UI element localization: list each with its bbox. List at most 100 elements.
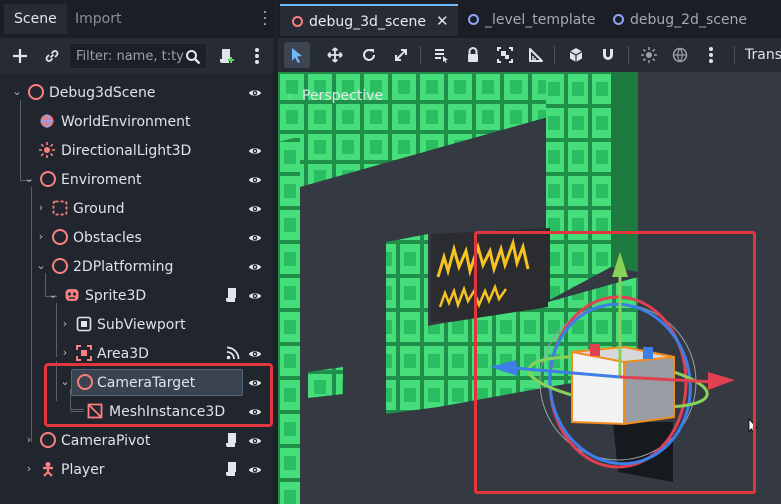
small-platform	[308, 367, 343, 398]
character-body-icon	[43, 462, 53, 477]
tree-item-label: Obstacles	[73, 230, 142, 246]
move-icon	[327, 47, 343, 63]
dock-options-icon[interactable]	[245, 44, 269, 68]
chevron-right-icon[interactable]: ›	[59, 316, 71, 332]
tab-import[interactable]: Import	[65, 4, 131, 34]
node3d-icon	[40, 432, 56, 448]
scale-icon	[395, 49, 407, 61]
group-button[interactable]	[492, 42, 518, 68]
perspective-menu[interactable]: ⁞ Perspective	[288, 82, 383, 110]
chevron-down-icon[interactable]: ⌄	[23, 171, 35, 187]
scene-tab-bar: debug_3d_scene ✕ _level_template debug_2d…	[278, 0, 781, 38]
scene-tab-icon	[292, 16, 303, 27]
cursor-arrow-icon	[292, 48, 302, 63]
chevron-right-icon[interactable]: ›	[23, 461, 35, 477]
chevron-down-icon[interactable]: ⌄	[11, 84, 23, 100]
chevron-right-icon[interactable]: ›	[23, 432, 35, 448]
script-icon[interactable]	[225, 461, 239, 477]
list-select-button[interactable]	[428, 42, 454, 68]
tree-item-2dplatforming[interactable]: ⌄ 2DPlatforming	[7, 252, 269, 281]
tab-level-template[interactable]: _level_template	[468, 4, 596, 36]
chevron-right-icon[interactable]: ›	[35, 229, 47, 245]
add-node-button[interactable]	[8, 44, 32, 68]
annotation-highlight-box	[44, 363, 273, 427]
script-icon[interactable]	[225, 287, 239, 303]
local-space-button[interactable]	[563, 42, 589, 68]
tree-item-label: Player	[61, 462, 105, 478]
tree-item-directionallight3d[interactable]: DirectionalLight3D	[7, 136, 269, 165]
visibility-eye-icon[interactable]	[248, 289, 262, 303]
signals-icon[interactable]	[226, 346, 240, 360]
area3d-icon	[76, 345, 92, 361]
snap-button[interactable]	[595, 42, 621, 68]
toggle-environment-button[interactable]	[667, 42, 693, 68]
view-options-icon[interactable]	[698, 42, 724, 68]
ruler-icon	[529, 48, 543, 62]
visibility-eye-icon[interactable]	[248, 434, 262, 448]
script-icon[interactable]	[225, 432, 239, 448]
scene-dock: Scene Import · · · Filter: name, t:type …	[0, 0, 273, 504]
dock-menu-icon[interactable]: · · ·	[261, 6, 269, 32]
attach-script-button[interactable]	[215, 44, 239, 68]
script-add-icon	[220, 49, 234, 63]
visibility-eye-icon[interactable]	[248, 144, 262, 158]
visibility-eye-icon[interactable]	[248, 173, 262, 187]
move-mode-button[interactable]	[322, 42, 348, 68]
scene-toolbar	[0, 38, 273, 74]
tree-item-label: Sprite3D	[85, 288, 147, 304]
tree-item-player[interactable]: › Player	[7, 455, 269, 484]
tree-item-ground[interactable]: › Ground	[7, 194, 269, 223]
tree-item-subviewport[interactable]: › SubViewport	[7, 310, 269, 339]
visibility-eye-icon[interactable]	[248, 463, 262, 477]
tree-item-enviroment[interactable]: ⌄ Enviroment	[7, 165, 269, 194]
scale-mode-button[interactable]	[388, 42, 414, 68]
tree-item-label: Enviroment	[61, 172, 142, 188]
tab-scene[interactable]: Scene	[4, 4, 67, 34]
select-mode-button[interactable]	[284, 42, 310, 68]
magnet-icon	[603, 49, 613, 60]
tree-item-label: Debug3dScene	[49, 85, 156, 101]
instance-scene-button[interactable]	[40, 44, 64, 68]
visibility-eye-icon[interactable]	[248, 86, 262, 100]
close-icon[interactable]: ✕	[436, 12, 449, 30]
visibility-eye-icon[interactable]	[248, 231, 262, 245]
dock-tab-bar: Scene Import · · ·	[0, 0, 273, 38]
chevron-down-icon[interactable]: ⌄	[47, 287, 59, 303]
chevron-right-icon[interactable]: ›	[35, 200, 47, 216]
tab-debug-2d-scene[interactable]: debug_2d_scene	[613, 4, 747, 36]
tree-item-debug3dscene[interactable]: ⌄ Debug3dScene	[7, 78, 269, 107]
tree-item-label: SubViewport	[97, 317, 186, 333]
transform-menu[interactable]: Trans	[745, 38, 781, 72]
node3d-icon	[28, 84, 44, 100]
tree-item-label: Ground	[73, 201, 125, 217]
tree-item-obstacles[interactable]: › Obstacles	[7, 223, 269, 252]
list-icon	[435, 49, 448, 63]
tree-item-worldenvironment[interactable]: WorldEnvironment	[7, 107, 269, 136]
tab-debug-3d-scene[interactable]: debug_3d_scene ✕	[280, 4, 458, 36]
node3d-icon	[52, 258, 68, 274]
visibility-eye-icon[interactable]	[248, 260, 262, 274]
tree-item-label: WorldEnvironment	[61, 114, 191, 130]
chevron-right-icon[interactable]: ›	[59, 345, 71, 361]
lock-button[interactable]	[460, 42, 486, 68]
tree-item-label: DirectionalLight3D	[61, 143, 192, 159]
tree-item-camerapivot[interactable]: › CameraPivot	[7, 426, 269, 455]
rotate-mode-button[interactable]	[356, 42, 382, 68]
filter-field[interactable]	[69, 43, 207, 69]
directional-light-icon	[39, 142, 55, 158]
chevron-down-icon[interactable]: ⌄	[35, 258, 47, 274]
filter-input[interactable]	[76, 47, 184, 65]
3d-viewport[interactable]: ⁞ Perspective	[278, 72, 781, 504]
visibility-eye-icon[interactable]	[248, 202, 262, 216]
drag-grip-icon[interactable]: ⁞	[288, 84, 294, 112]
tree-item-sprite3d[interactable]: ⌄ Sprite3D	[7, 281, 269, 310]
world-environment-icon	[40, 114, 54, 128]
node3d-icon	[40, 171, 56, 187]
toggle-sun-button[interactable]	[636, 42, 662, 68]
ruler-button[interactable]	[523, 42, 549, 68]
visibility-eye-icon[interactable]	[248, 347, 262, 361]
toolbar-separator	[734, 46, 735, 64]
toolbar-separator	[628, 46, 629, 64]
tree-item-label: 2DPlatforming	[73, 259, 174, 275]
lock-icon	[468, 47, 478, 62]
